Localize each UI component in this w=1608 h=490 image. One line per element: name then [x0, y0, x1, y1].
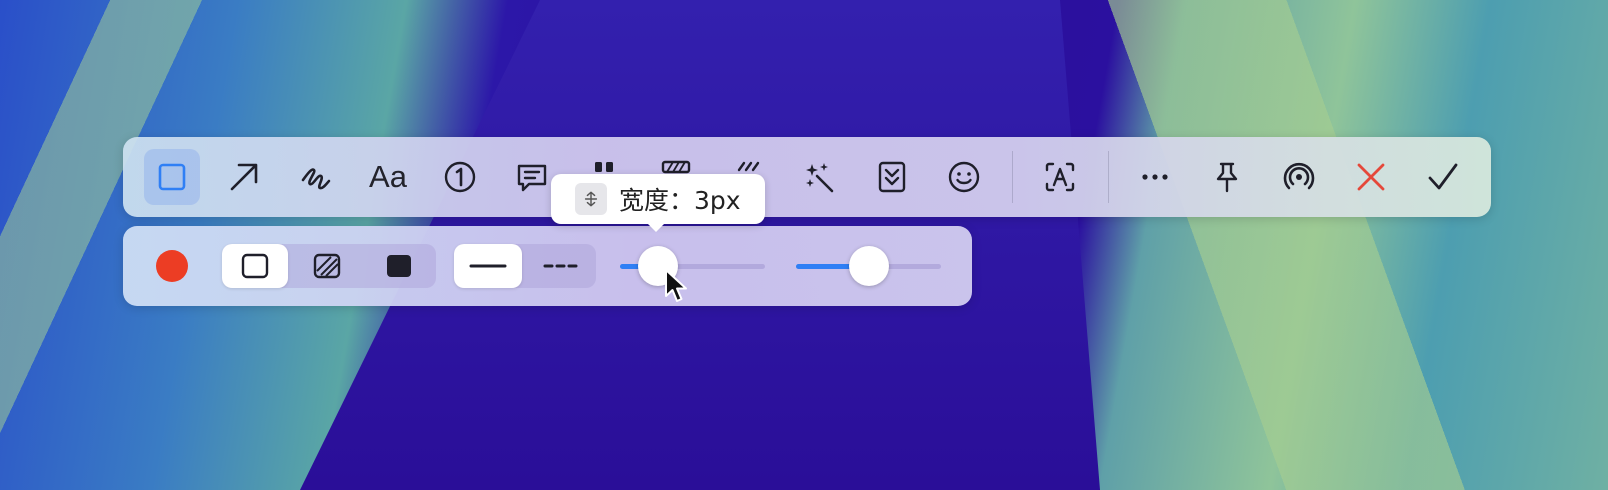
- more-button[interactable]: [1127, 149, 1183, 205]
- annotation-toolbar: Aa: [123, 137, 1491, 217]
- pen-tool-button[interactable]: [288, 149, 344, 205]
- scroll-capture-button[interactable]: [864, 149, 920, 205]
- arrow-icon: [230, 163, 258, 191]
- fill-hatched-option[interactable]: [294, 244, 360, 288]
- line-style-segmented: [454, 244, 596, 288]
- outline-square-icon: [241, 253, 269, 279]
- text-tool-label: Aa: [369, 159, 407, 194]
- color-picker-swatch[interactable]: [156, 250, 188, 282]
- dashed-line-icon: [543, 264, 578, 268]
- solid-square-icon: [387, 255, 411, 277]
- confirm-check-icon: [1428, 163, 1458, 190]
- toolbar-divider: [1012, 151, 1013, 203]
- line-dashed-option[interactable]: [526, 244, 594, 288]
- close-icon: [1357, 163, 1385, 191]
- fill-solid-option[interactable]: [366, 244, 432, 288]
- magic-tool-button[interactable]: [792, 149, 848, 205]
- ocr-text-icon: [1045, 162, 1075, 192]
- slider-knob[interactable]: [848, 246, 889, 286]
- step-number-tool-button[interactable]: [432, 149, 488, 205]
- text-tool-button[interactable]: Aa: [360, 149, 416, 205]
- fill-outline-option[interactable]: [222, 244, 288, 288]
- cancel-button[interactable]: [1343, 149, 1399, 205]
- rectangle-tool-button[interactable]: [144, 149, 200, 205]
- arrow-tool-button[interactable]: [216, 149, 272, 205]
- mouse-cursor-icon: [665, 269, 687, 302]
- broadcast-icon: [1283, 162, 1315, 190]
- confirm-button[interactable]: [1415, 149, 1471, 205]
- hatched-square-icon: [313, 253, 341, 279]
- step-number-icon: [444, 161, 476, 193]
- line-solid-option[interactable]: [454, 244, 522, 288]
- solid-line-icon: [469, 264, 507, 268]
- tooltip-text: 宽度：3px: [619, 186, 741, 215]
- fill-style-segmented: [222, 244, 436, 288]
- resize-vertical-icon: [575, 183, 607, 215]
- scroll-capture-icon: [878, 161, 906, 193]
- emoji-tool-button[interactable]: [936, 149, 992, 205]
- tool-options-bar: [123, 226, 972, 306]
- pen-icon: [301, 168, 331, 190]
- toolbar-divider: [1108, 151, 1109, 203]
- emoji-icon: [948, 161, 980, 193]
- magic-wand-icon: [806, 163, 834, 193]
- opacity-slider[interactable]: [796, 244, 941, 288]
- speech-bubble-icon: [517, 164, 547, 192]
- ocr-button[interactable]: [1032, 149, 1088, 205]
- tooltip-arrow: [647, 223, 665, 232]
- broadcast-button[interactable]: [1271, 149, 1327, 205]
- width-tooltip: 宽度：3px: [551, 174, 765, 232]
- more-icon: [1142, 174, 1168, 180]
- pin-icon: [1216, 162, 1238, 193]
- pin-button[interactable]: [1199, 149, 1255, 205]
- stroke-width-slider[interactable]: [620, 244, 765, 288]
- rectangle-icon: [158, 163, 186, 191]
